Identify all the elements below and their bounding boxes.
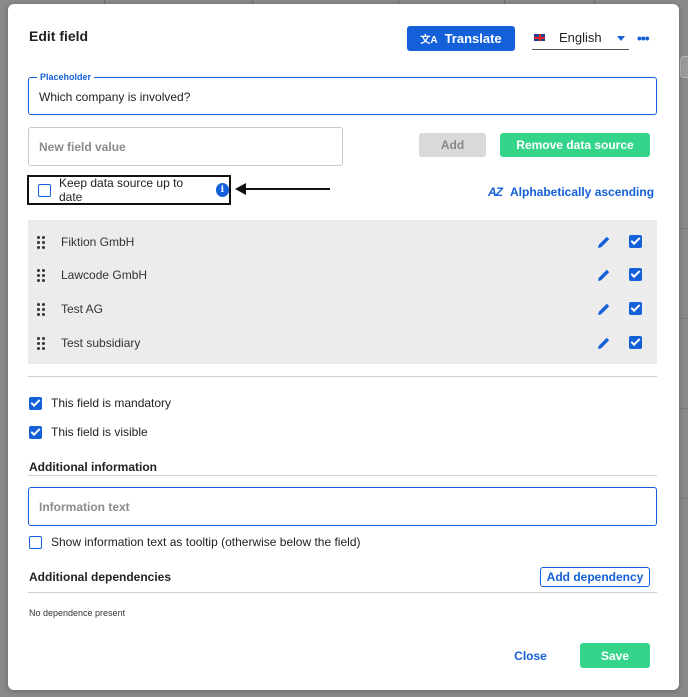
translate-label: Translate — [444, 31, 502, 46]
background-divider — [680, 228, 688, 229]
divider — [28, 376, 657, 377]
language-value: English — [559, 30, 602, 45]
new-field-value-placeholder: New field value — [39, 139, 126, 154]
value-label: Test subsidiary — [61, 335, 141, 350]
dialog-title: Edit field — [29, 28, 89, 44]
tooltip-checkbox[interactable] — [29, 535, 42, 549]
information-text-placeholder: Information text — [39, 499, 130, 514]
visible-label: This field is visible — [51, 425, 148, 439]
tooltip-label: Show information text as tooltip (otherw… — [51, 535, 361, 549]
placeholder-field-label: Placeholder — [37, 72, 95, 82]
chevron-down-icon — [617, 36, 625, 41]
sort-button[interactable]: AZ Alphabetically ascending — [488, 185, 654, 199]
drag-handle-icon[interactable] — [37, 336, 45, 350]
placeholder-field-value: Which company is involved? — [39, 90, 191, 104]
language-select[interactable]: English — [532, 26, 629, 50]
mandatory-option: This field is mandatory — [29, 396, 171, 410]
list-item: Lawcode GmbH — [28, 258, 657, 291]
sort-label: Alphabetically ascending — [510, 185, 655, 199]
divider — [28, 475, 657, 476]
background-divider — [680, 408, 688, 409]
pencil-icon[interactable] — [597, 235, 611, 249]
edit-field-dialog: Edit field 文A Translate English ••• Plac… — [8, 4, 679, 690]
mandatory-checkbox[interactable] — [29, 396, 42, 410]
uk-flag-icon — [534, 34, 545, 41]
drag-handle-icon[interactable] — [37, 302, 45, 316]
background-divider — [680, 318, 688, 319]
visible-option: This field is visible — [29, 425, 148, 439]
value-checkbox[interactable] — [629, 302, 642, 315]
value-label: Lawcode GmbH — [61, 267, 148, 282]
background-tab — [680, 56, 688, 78]
translate-button[interactable]: 文A Translate — [407, 26, 515, 51]
background-divider — [680, 498, 688, 499]
additional-information-title: Additional information — [29, 460, 157, 474]
list-item: Fiktion GmbH — [28, 225, 657, 258]
value-checkbox[interactable] — [629, 336, 642, 349]
more-options-icon[interactable]: ••• — [637, 30, 650, 46]
value-checkbox[interactable] — [629, 268, 642, 281]
value-checkbox[interactable] — [629, 235, 642, 248]
value-label: Fiktion GmbH — [61, 234, 135, 249]
drag-handle-icon[interactable] — [37, 235, 45, 249]
sort-az-icon: AZ — [488, 185, 503, 199]
no-dependence-text: No dependence present — [29, 608, 126, 618]
close-button[interactable]: Close — [507, 646, 554, 666]
add-dependency-button[interactable]: Add dependency — [540, 567, 650, 587]
translate-icon: 文A — [420, 35, 438, 46]
values-list: Fiktion GmbH Lawcode GmbH Test AG Test s… — [28, 220, 657, 364]
save-button[interactable]: Save — [580, 643, 650, 668]
info-icon[interactable]: i — [215, 183, 229, 197]
annotation-arrow-line — [244, 188, 330, 190]
visible-checkbox[interactable] — [29, 425, 42, 439]
value-label: Test AG — [61, 301, 104, 316]
keep-up-to-date-option: Keep data source up to date i — [27, 175, 231, 205]
pencil-icon[interactable] — [597, 302, 611, 316]
pencil-icon[interactable] — [597, 268, 611, 282]
annotation-arrow-head — [235, 183, 246, 195]
divider — [28, 592, 657, 593]
remove-data-source-button[interactable]: Remove data source — [500, 133, 650, 157]
new-field-value-input[interactable]: New field value — [28, 127, 343, 166]
mandatory-label: This field is mandatory — [51, 396, 172, 410]
tooltip-option: Show information text as tooltip (otherw… — [29, 535, 361, 549]
keep-up-to-date-checkbox[interactable] — [38, 183, 51, 197]
placeholder-field[interactable]: Placeholder Which company is involved? — [28, 72, 657, 115]
pencil-icon[interactable] — [597, 336, 611, 350]
drag-handle-icon[interactable] — [37, 268, 45, 282]
keep-up-to-date-label: Keep data source up to date — [59, 176, 184, 204]
list-item: Test subsidiary — [28, 326, 657, 359]
add-value-button[interactable]: Add — [419, 133, 486, 157]
list-item: Test AG — [28, 292, 657, 325]
information-text-input[interactable]: Information text — [28, 487, 657, 526]
additional-dependencies-title: Additional dependencies — [29, 570, 172, 584]
